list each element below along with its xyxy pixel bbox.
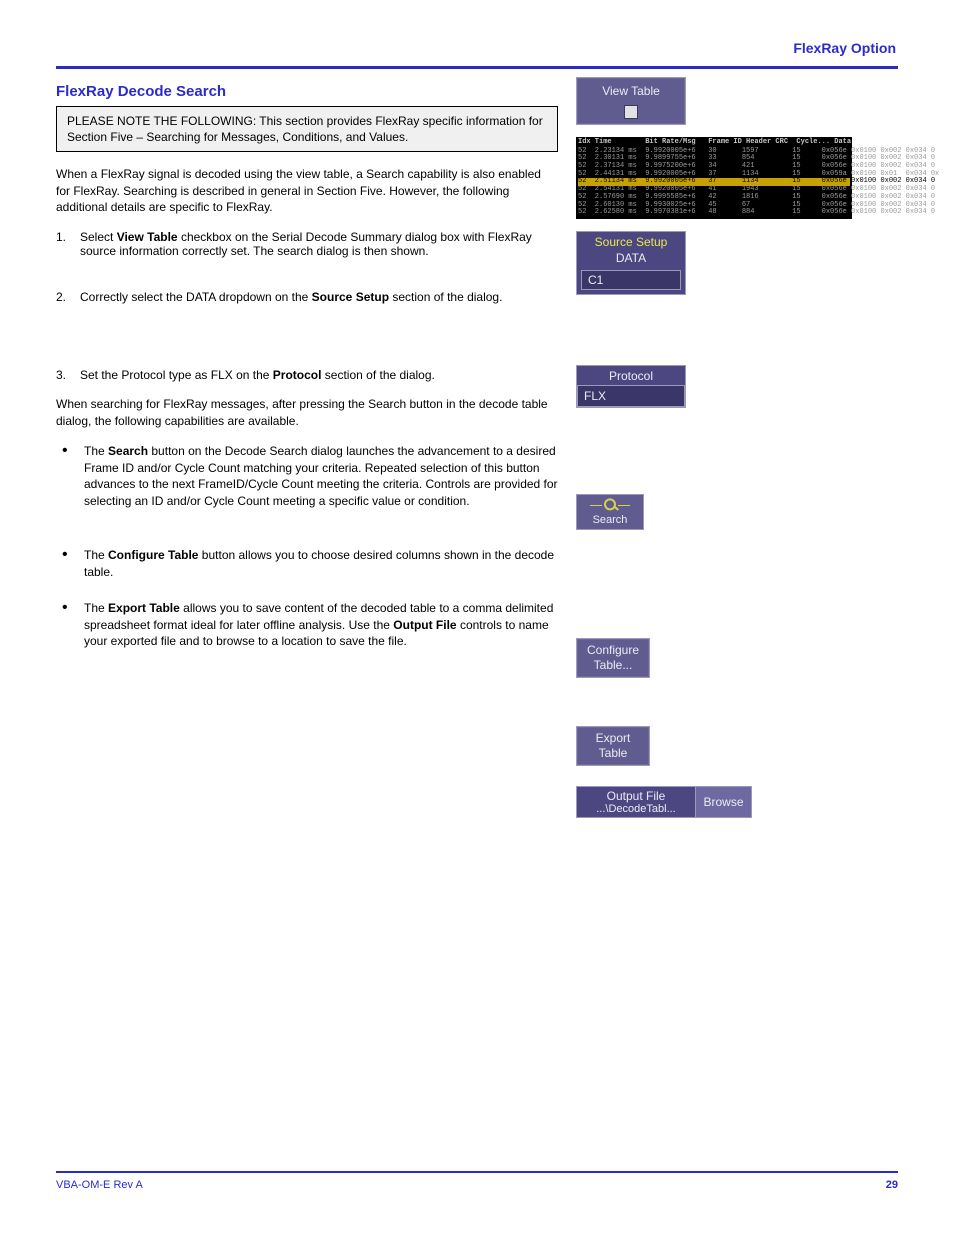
bullet-export-d: Output File (393, 618, 456, 632)
source-setup-sub: DATA (577, 249, 685, 267)
step-2-bold: Source Setup (312, 290, 389, 304)
header-rule (56, 66, 898, 69)
search-icon (590, 498, 630, 512)
source-setup-title: Source Setup (577, 232, 685, 249)
decode-table-row[interactable]: 52 2.62580 ms 9.9970381e+6 48 884 15 0x0… (578, 209, 850, 217)
output-file-label: Output File (587, 789, 685, 803)
bullet-export-b: Export Table (108, 601, 180, 615)
step-1-number: 1. (56, 230, 72, 258)
step-3-text-c: section of the dialog. (321, 368, 434, 382)
step-3: 3. Set the Protocol type as FLX on the P… (56, 368, 558, 382)
step-1: 1. Select View Table checkbox on the Ser… (56, 230, 558, 258)
step-3-number: 3. (56, 368, 72, 382)
configure-table-button[interactable]: Configure Table... (576, 638, 650, 678)
note-callout: PLEASE NOTE THE FOLLOWING: This section … (56, 106, 558, 152)
footer-page-number: 29 (886, 1179, 898, 1191)
protocol-panel: Protocol FLX (576, 365, 686, 408)
bullet-search-b: Search (108, 444, 148, 458)
step-1-text-a: Select (80, 230, 117, 244)
step-1-bold: View Table (117, 230, 178, 244)
view-table-checkbox[interactable] (624, 105, 638, 119)
protocol-dropdown[interactable]: FLX (577, 385, 685, 407)
intro-paragraph: When a FlexRay signal is decoded using t… (56, 166, 558, 216)
bullet-configure-b: Configure Table (108, 548, 198, 562)
step-2-text-c: section of the dialog. (389, 290, 502, 304)
decode-table-header: Idx Time Bit Rate/Msg Frame ID Header CR… (578, 139, 850, 147)
browse-button[interactable]: Browse (696, 786, 752, 818)
footer-rule (56, 1171, 898, 1173)
page-header-caption: FlexRay Option (56, 40, 898, 56)
output-file-group: Output File ...\DecodeTabl... Browse (576, 786, 752, 818)
step-3-text-a: Set the Protocol type as FLX on the (80, 368, 273, 382)
section-title: FlexRay Decode Search (56, 83, 558, 100)
bullet-configure-a: The (84, 548, 108, 562)
view-table-label: View Table (602, 84, 660, 99)
export-table-label-1: Export (596, 731, 631, 746)
step-2-text-a: Correctly select the DATA dropdown on th… (80, 290, 312, 304)
export-table-label-2: Table (599, 746, 628, 761)
bullet-export: The Export Table allows you to save cont… (56, 600, 558, 650)
step-3-bold: Protocol (273, 368, 322, 382)
view-table-button[interactable]: View Table (576, 77, 686, 125)
source-setup-data-dropdown[interactable]: C1 (581, 270, 681, 290)
step-2-number: 2. (56, 290, 72, 304)
source-setup-panel: Source Setup DATA C1 (576, 231, 686, 295)
export-table-button[interactable]: Export Table (576, 726, 650, 766)
protocol-label: Protocol (577, 366, 685, 385)
post-steps-paragraph: When searching for FlexRay messages, aft… (56, 396, 558, 429)
decode-table-preview: Idx Time Bit Rate/Msg Frame ID Header CR… (576, 137, 852, 219)
configure-table-label-2: Table... (594, 658, 633, 673)
footer-left: VBA-OM-E Rev A (56, 1179, 143, 1191)
bullet-search-a: The (84, 444, 108, 458)
search-button-label: Search (593, 514, 628, 526)
configure-table-label-1: Configure (587, 643, 639, 658)
bullet-search: The Search button on the Decode Search d… (56, 443, 558, 509)
bullet-configure: The Configure Table button allows you to… (56, 547, 558, 580)
search-button[interactable]: Search (576, 494, 644, 530)
bullet-search-c: button on the Decode Search dialog launc… (84, 444, 558, 508)
output-file-path-field[interactable]: ...\DecodeTabl... (587, 803, 685, 815)
bullet-export-a: The (84, 601, 108, 615)
step-2: 2. Correctly select the DATA dropdown on… (56, 290, 558, 304)
